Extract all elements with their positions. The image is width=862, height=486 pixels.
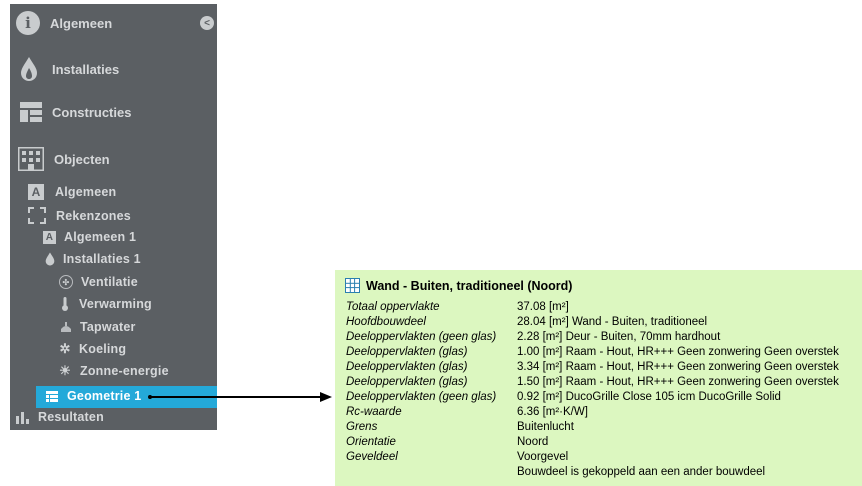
panel-title: Wand - Buiten, traditioneel (Noord)	[345, 278, 572, 293]
info-panel: Wand - Buiten, traditioneel (Noord) Tota…	[335, 270, 862, 486]
wall-grid-icon	[345, 278, 360, 293]
